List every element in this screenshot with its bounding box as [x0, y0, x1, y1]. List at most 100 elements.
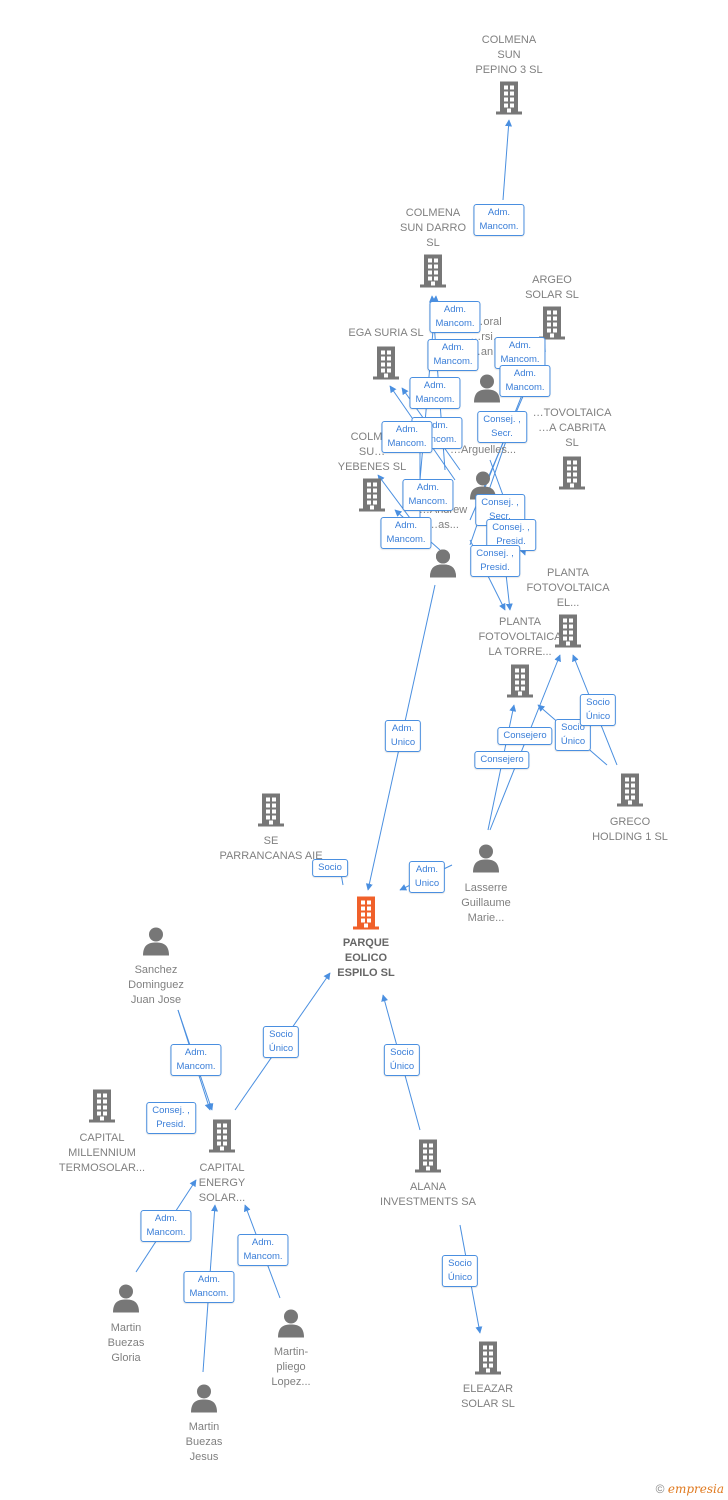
node-label-line: EL... [556, 597, 580, 609]
node-label-line: Lasserre [464, 882, 508, 894]
node-label-se[interactable]: SE PARRANCANAS AIE [219, 834, 322, 864]
node-label-line: MILLENNIUM [68, 1147, 136, 1159]
edge-label[interactable]: Socio Único [262, 1026, 300, 1058]
node-label-lasserre[interactable]: Lasserre Guillaume Marie... [461, 881, 511, 926]
building-icon[interactable] [207, 1119, 237, 1158]
node-label-line: Juan Jose [130, 994, 182, 1006]
edge-label[interactable]: Socio Único [441, 1255, 479, 1287]
edge-label-text: Mancom. [386, 534, 426, 545]
node-label-cabrita[interactable]: …TOVOLTAICA …A CABRITA SL [533, 406, 612, 451]
node-label-line: PEPINO 3 SL [475, 64, 543, 76]
building-icon[interactable] [256, 793, 286, 832]
edge-label[interactable]: Consej. , Presid. [470, 545, 520, 577]
edge-label-text: Adm. [415, 864, 439, 875]
person-icon[interactable] [276, 1308, 306, 1343]
node-label-line: SOLAR SL [525, 289, 579, 301]
node-label-millennium[interactable]: CAPITAL MILLENNIUM TERMOSOLAR... [59, 1131, 145, 1176]
node-label-argeo[interactable]: ARGEO SOLAR SL [525, 273, 579, 303]
edge-label[interactable]: Consej. , Presid. [146, 1102, 196, 1134]
node-label-line: ALANA [409, 1181, 447, 1193]
building-icon[interactable] [351, 896, 381, 935]
edge-label[interactable]: Adm. Mancom. [381, 421, 433, 453]
edge-label-text: Socio [390, 1047, 414, 1058]
network-diagram: COLMENA SUN PEPINO 3 SL COLMENA SUN DARRO SL A… [0, 0, 728, 1500]
building-icon[interactable] [357, 478, 387, 517]
building-icon[interactable] [413, 1139, 443, 1178]
edge-label-text: Adm. [508, 340, 532, 351]
person-icon[interactable] [111, 1283, 141, 1318]
edge-label-text: Socio [318, 862, 342, 873]
node-label-line: EGA SURIA SL [348, 327, 424, 339]
building-icon[interactable] [494, 81, 524, 120]
node-label-line: pliego [276, 1361, 306, 1373]
building-icon[interactable] [473, 1341, 503, 1380]
edge-label[interactable]: Socio [312, 859, 348, 877]
edge-label[interactable]: Socio Único [579, 694, 617, 726]
node-label-sanchez[interactable]: Sanchez Dominguez Juan Jose [128, 963, 184, 1008]
node-label-greco[interactable]: GRECO HOLDING 1 SL [592, 815, 668, 845]
edge-label-text: Socio [586, 697, 610, 708]
edge-line [502, 119, 513, 201]
node-label-darro[interactable]: COLMENA SUN DARRO SL [400, 206, 466, 251]
node-label-alana[interactable]: ALANA INVESTMENTS SA [380, 1180, 476, 1210]
edge-label[interactable]: Adm. Unico [408, 861, 446, 893]
edge-label[interactable]: Consejero [474, 751, 530, 769]
building-icon[interactable] [418, 254, 448, 293]
node-label-energy[interactable]: CAPITAL ENERGY SOLAR... [199, 1161, 245, 1206]
node-label-line: EOLICO [344, 952, 388, 964]
edge-label-text: Mancom. [176, 1061, 216, 1072]
edge-label[interactable]: Adm. Mancom. [140, 1210, 192, 1242]
edge-label-text: Mancom. [408, 496, 448, 507]
edge-label[interactable]: Consejero [497, 727, 553, 745]
edge-label[interactable]: Adm. Mancom. [237, 1234, 289, 1266]
building-icon[interactable] [557, 456, 587, 495]
person-icon[interactable] [141, 926, 171, 961]
node-label-line: Dominguez [128, 979, 184, 991]
footer-brand: © empresia [656, 1482, 724, 1496]
node-label-pepino[interactable]: COLMENA SUN PEPINO 3 SL [475, 33, 542, 78]
node-label-ega[interactable]: EGA SURIA SL [348, 326, 423, 341]
brand-logo: empresia [667, 1482, 724, 1496]
edge-label[interactable]: Adm. Mancom. [402, 479, 454, 511]
node-label-line: SUN [497, 49, 521, 61]
edge-label-text: Único [389, 1061, 415, 1072]
building-icon[interactable] [87, 1089, 117, 1128]
edge-label-text: Unico [390, 737, 416, 748]
building-icon[interactable] [615, 773, 645, 812]
building-icon[interactable] [371, 346, 401, 385]
building-icon[interactable] [505, 664, 535, 703]
edge-label[interactable]: Adm. Mancom. [499, 365, 551, 397]
node-label-parque[interactable]: PARQUE EOLICO ESPILO SL [337, 936, 394, 981]
node-label-line: ARGEO [532, 274, 572, 286]
edge-label[interactable]: Adm. Unico [384, 720, 422, 752]
edge-label[interactable]: Adm. Mancom. [183, 1271, 235, 1303]
edge-label[interactable]: Adm. Mancom. [170, 1044, 222, 1076]
node-label-line: ESPILO SL [337, 967, 395, 979]
node-label-torre[interactable]: PLANTA FOTOVOLTAICA LA TORRE... [478, 615, 561, 660]
node-label-line: INVESTMENTS SA [380, 1196, 476, 1208]
person-icon[interactable] [471, 843, 501, 878]
node-label-line: PLANTA [499, 616, 541, 628]
node-label-eleazar[interactable]: ELEAZAR SOLAR SL [461, 1382, 515, 1412]
edge-label[interactable]: Adm. Mancom. [409, 377, 461, 409]
edge-label[interactable]: Adm. Mancom. [380, 517, 432, 549]
node-label-gloria[interactable]: Martin Buezas Gloria [108, 1321, 145, 1366]
edge-label-text: Presid. [156, 1119, 186, 1130]
edge-label[interactable]: Socio Único [383, 1044, 421, 1076]
edge-label[interactable]: Adm. Mancom. [473, 204, 525, 236]
edge-label[interactable]: Adm. Mancom. [427, 339, 479, 371]
edge-label-text: Consejero [480, 754, 524, 765]
person-icon[interactable] [189, 1383, 219, 1418]
person-icon[interactable] [472, 373, 502, 408]
node-label-jesus[interactable]: Martin Buezas Jesus [186, 1420, 223, 1465]
edge-label[interactable]: Adm. Mancom. [429, 301, 481, 333]
node-label-line: ENERGY [198, 1177, 246, 1189]
node-label-line: SOLAR SL [461, 1398, 515, 1410]
node-label-el[interactable]: PLANTA FOTOVOLTAICA EL... [526, 566, 609, 611]
person-icon[interactable] [428, 548, 458, 583]
node-label-pliego[interactable]: Martin-pliego Lopez... [271, 1345, 310, 1390]
edge-label[interactable]: Consej. , Secr. [477, 411, 527, 443]
node-label-line: LA TORRE... [488, 646, 552, 658]
edge-label-text: Mancom. [387, 438, 427, 449]
node-label-line: Guillaume [461, 897, 511, 909]
